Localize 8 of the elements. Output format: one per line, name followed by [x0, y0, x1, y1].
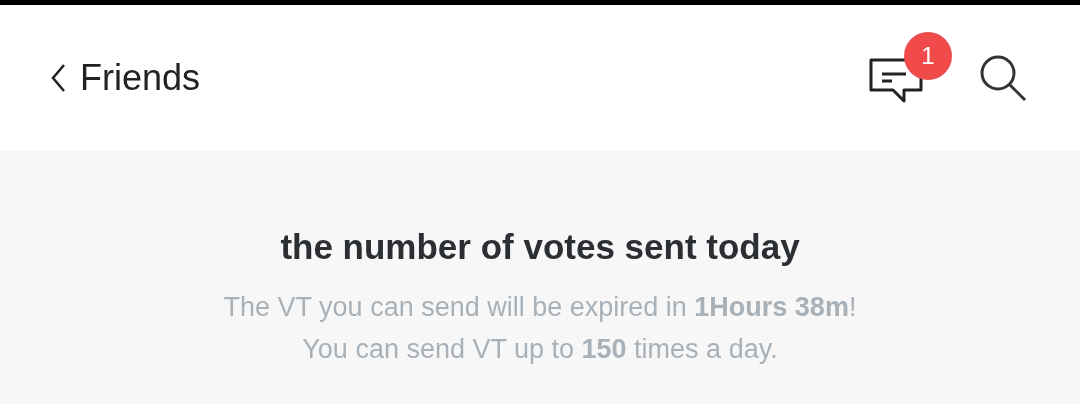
- back-icon: [50, 63, 66, 93]
- search-icon: [978, 53, 1028, 103]
- notification-badge: 1: [904, 32, 952, 80]
- section-title: the number of votes sent today: [280, 226, 800, 268]
- info-text: You can send VT up to 150 times a day.: [302, 332, 778, 366]
- search-button[interactable]: [978, 53, 1028, 103]
- info-text: The VT you can send will be expired in 1Hours 38m!: [223, 290, 857, 324]
- back-button[interactable]: Friends: [50, 51, 201, 105]
